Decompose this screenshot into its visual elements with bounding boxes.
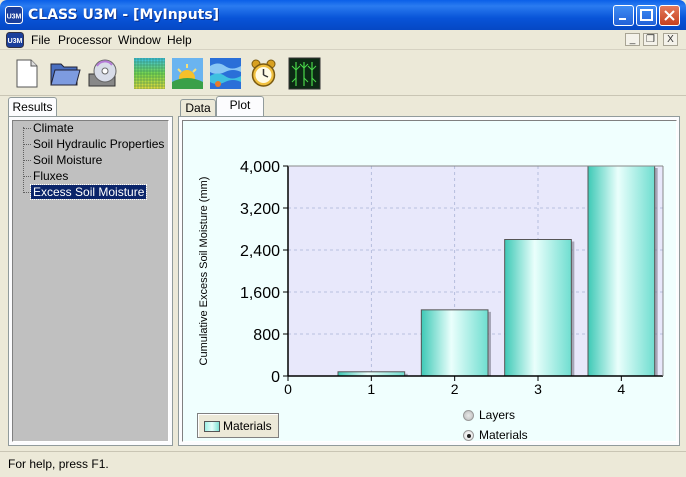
sunny-climate-icon <box>172 58 203 89</box>
tree-connector <box>23 127 24 191</box>
new-button[interactable] <box>8 55 45 92</box>
minimize-icon <box>619 18 626 20</box>
water-layers-icon <box>210 58 241 89</box>
mdi-restore-glyph: ❐ <box>646 34 655 45</box>
tree-item-climate[interactable]: Climate <box>33 121 74 135</box>
bar <box>587 165 656 377</box>
open-folder-icon <box>50 63 81 86</box>
maximize-icon <box>640 9 653 21</box>
status-bar: For help, press F1. <box>0 451 686 477</box>
toolbar <box>0 51 686 96</box>
y-tick-label: 800 <box>253 327 280 344</box>
tab-plot-label: Plot <box>229 98 251 112</box>
close-button[interactable] <box>659 5 680 26</box>
document-icon-text: U3M <box>8 38 23 45</box>
y-axis-label: Cumulative Excess Soil Moisture (mm) <box>198 177 210 366</box>
layers-button[interactable] <box>207 55 244 92</box>
tree-branch <box>23 128 31 129</box>
climate-button[interactable] <box>169 55 206 92</box>
mdi-minimize-glyph: _ <box>629 34 636 45</box>
status-text: For help, press F1. <box>8 457 109 471</box>
plot-area: 0 800 1,600 2,400 3,200 4,000 0 1 2 3 4 Cumulative… <box>182 120 677 442</box>
save-disk-icon <box>88 59 117 87</box>
menu-window[interactable]: Window <box>118 33 161 47</box>
tree-branch <box>23 160 31 161</box>
x-tick-label: 2 <box>451 381 459 397</box>
tree-item-fluxes[interactable]: Fluxes <box>33 169 68 183</box>
tree-branch <box>23 176 31 177</box>
bar <box>420 309 489 377</box>
radio-layers-label: Layers <box>479 408 516 422</box>
menu-bar: U3M File Processor Window Help _ ❐ X <box>0 30 686 50</box>
plants-button[interactable] <box>286 55 323 92</box>
y-tick-label: 0 <box>271 369 280 386</box>
y-tick-label: 3,200 <box>240 201 280 218</box>
grid-button[interactable] <box>131 55 168 92</box>
mdi-restore-button[interactable]: ❐ <box>643 33 658 46</box>
tree-branch <box>23 192 31 193</box>
bar <box>504 239 572 377</box>
clock-button[interactable] <box>245 55 282 92</box>
x-tick-label: 4 <box>617 381 625 397</box>
legend-label: Materials <box>223 419 272 433</box>
mdi-minimize-button[interactable]: _ <box>625 33 640 46</box>
save-button[interactable] <box>84 55 121 92</box>
menu-help[interactable]: Help <box>167 33 192 47</box>
title-bar: U3M CLASS U3M - [MyInputs] <box>0 0 686 30</box>
app-icon[interactable]: U3M <box>5 6 23 24</box>
radio-layers[interactable] <box>463 410 474 421</box>
window-title: CLASS U3M - [MyInputs] <box>28 7 220 23</box>
tab-results-label: Results <box>12 100 53 114</box>
menu-processor[interactable]: Processor <box>58 33 112 47</box>
results-tree: Climate Soil Hydraulic Properties Soil M… <box>12 120 169 442</box>
radio-materials[interactable] <box>463 430 474 441</box>
legend-swatch <box>204 421 220 432</box>
tree-branch <box>23 144 31 145</box>
radio-materials-label: Materials <box>479 428 528 442</box>
mdi-close-button[interactable]: X <box>663 33 678 46</box>
plot-panel: 0 800 1,600 2,400 3,200 4,000 0 1 2 3 4 Cumulative… <box>178 116 680 446</box>
results-panel: Climate Soil Hydraulic Properties Soil M… <box>8 116 173 446</box>
close-icon <box>664 10 675 21</box>
menu-file[interactable]: File <box>31 33 50 47</box>
tree-item-soil-hydraulic-properties[interactable]: Soil Hydraulic Properties <box>33 137 164 151</box>
y-tick-label: 4,000 <box>240 159 280 176</box>
x-tick-label: 3 <box>534 381 542 397</box>
alarm-clock-icon <box>251 59 276 87</box>
app-icon-text: U3M <box>7 14 22 21</box>
tab-plot[interactable]: Plot <box>216 96 264 117</box>
x-tick-label: 0 <box>284 381 292 397</box>
y-tick-label: 1,600 <box>240 285 280 302</box>
bar-chart: 0 800 1,600 2,400 3,200 4,000 0 1 2 3 4 Cumulative… <box>198 159 664 397</box>
y-tick-label: 2,400 <box>240 243 280 260</box>
tree-item-excess-soil-moisture[interactable]: Excess Soil Moisture <box>29 184 148 200</box>
mdi-close-glyph: X <box>667 34 674 45</box>
document-app-icon[interactable]: U3M <box>6 32 24 48</box>
tree-item-soil-moisture[interactable]: Soil Moisture <box>33 153 102 167</box>
new-document-icon <box>16 59 38 88</box>
legend-materials-button[interactable]: Materials <box>197 413 279 438</box>
minimize-button[interactable] <box>613 5 634 26</box>
maximize-button[interactable] <box>636 5 657 26</box>
x-tick-label: 1 <box>367 381 375 397</box>
grid-map-icon <box>134 58 165 89</box>
tab-data[interactable]: Data <box>180 99 216 117</box>
plant-roots-icon <box>288 57 321 90</box>
tab-results[interactable]: Results <box>8 97 57 117</box>
tab-data-label: Data <box>185 101 211 115</box>
open-button[interactable] <box>46 55 83 92</box>
